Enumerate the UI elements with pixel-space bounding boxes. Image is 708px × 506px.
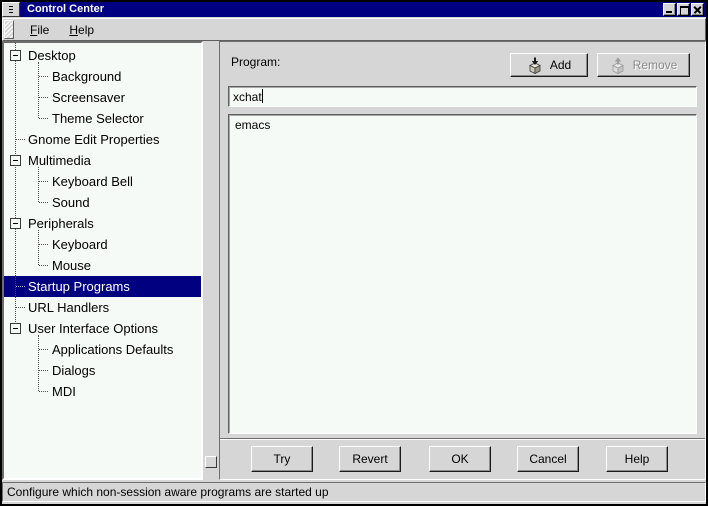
tree-expander-icon[interactable] xyxy=(10,50,21,61)
tree-item-label: User Interface Options xyxy=(4,321,158,336)
tree-expander-icon[interactable] xyxy=(10,155,21,166)
menubar-drag-handle[interactable] xyxy=(4,20,14,39)
tree-branch-line xyxy=(38,230,39,265)
tree-item-label: Keyboard Bell xyxy=(4,174,133,189)
tree-connector xyxy=(39,244,48,245)
tree-item-label: Dialogs xyxy=(4,363,95,378)
window-menu-icon xyxy=(9,6,13,14)
tree-item-label: Applications Defaults xyxy=(4,342,173,357)
menu-item-help[interactable]: Help xyxy=(59,21,104,39)
revert-button[interactable]: Revert xyxy=(339,446,401,472)
tree-item-keyboard[interactable]: Keyboard xyxy=(4,234,201,255)
cancel-button[interactable]: Cancel xyxy=(517,446,579,472)
close-button[interactable] xyxy=(691,3,704,16)
tree-item-label: Gnome Edit Properties xyxy=(4,132,160,147)
try-button[interactable]: Try xyxy=(251,446,313,472)
tree-item-applications-defaults[interactable]: Applications Defaults xyxy=(4,339,201,360)
tree-connector xyxy=(39,370,48,371)
maximize-button[interactable] xyxy=(677,3,690,16)
tree-item-url-handlers[interactable]: URL Handlers xyxy=(4,297,201,318)
action-separator xyxy=(220,438,705,440)
tree-branch-line xyxy=(38,167,39,202)
tree-item-label: Theme Selector xyxy=(4,111,144,126)
expander-minus-glyph xyxy=(13,55,18,56)
tree-branch-line xyxy=(38,62,39,118)
action-buttons: Try Revert OK Cancel Help xyxy=(220,446,705,474)
button-label: Help xyxy=(625,452,650,466)
button-label: Cancel xyxy=(529,452,566,466)
pane-resize-handle[interactable] xyxy=(205,456,217,468)
window-controls xyxy=(663,3,704,16)
program-input[interactable] xyxy=(228,86,697,107)
tree-connector xyxy=(16,307,25,308)
pane-divider[interactable] xyxy=(203,41,219,480)
control-center-window: Control Center FileHelp DesktopBackgroun… xyxy=(0,0,708,506)
tree-item-background[interactable]: Background xyxy=(4,66,201,87)
tree-connector xyxy=(39,265,48,266)
tree-item-mouse[interactable]: Mouse xyxy=(4,255,201,276)
tree-item-peripherals[interactable]: Peripherals xyxy=(4,213,201,234)
button-label: Try xyxy=(274,452,291,466)
tree-item-user-interface-options[interactable]: User Interface Options xyxy=(4,318,201,339)
list-item-emacs[interactable]: emacs xyxy=(229,115,696,133)
expander-minus-glyph xyxy=(13,160,18,161)
tree-branch-line xyxy=(38,335,39,391)
tree-item-multimedia[interactable]: Multimedia xyxy=(4,150,201,171)
tree-expander-icon[interactable] xyxy=(10,323,21,334)
status-text: Configure which non-session aware progra… xyxy=(7,485,329,499)
button-label: OK xyxy=(451,452,468,466)
category-tree[interactable]: Desktop Background Screensaver Theme Select… xyxy=(2,41,203,480)
tree-item-screensaver[interactable]: Screensaver xyxy=(4,87,201,108)
tree-connector xyxy=(39,76,48,77)
add-button-label: Add xyxy=(550,58,571,72)
package-remove-icon xyxy=(610,57,626,74)
tree-item-label: Background xyxy=(4,69,121,84)
settings-panel: Program: Add Re xyxy=(219,41,706,480)
tree-item-dialogs[interactable]: Dialogs xyxy=(4,360,201,381)
package-add-icon xyxy=(527,57,543,74)
text-caret xyxy=(262,89,263,103)
tree-connector xyxy=(16,286,25,287)
window-title: Control Center xyxy=(27,2,104,17)
tree-item-label: Keyboard xyxy=(4,237,108,252)
expander-minus-glyph xyxy=(13,328,18,329)
menubar: FileHelp xyxy=(2,18,706,41)
remove-button-label: Remove xyxy=(633,58,678,72)
add-button[interactable]: Add xyxy=(510,53,588,77)
tree-item-keyboard-bell[interactable]: Keyboard Bell xyxy=(4,171,201,192)
tree-connector xyxy=(16,139,25,140)
tree-item-label: Screensaver xyxy=(4,90,125,105)
tree-connector xyxy=(39,118,48,119)
program-input-wrap xyxy=(228,86,697,107)
tree-connector xyxy=(39,181,48,182)
program-label: Program: xyxy=(231,55,280,69)
tree-item-startup-programs[interactable]: Startup Programs xyxy=(4,276,201,297)
statusbar: Configure which non-session aware progra… xyxy=(2,482,706,502)
ok-button[interactable]: OK xyxy=(429,446,491,472)
menubar-items: FileHelp xyxy=(20,19,104,40)
tree-expander-icon[interactable] xyxy=(10,218,21,229)
expander-minus-glyph xyxy=(13,223,18,224)
tree-connector xyxy=(39,391,48,392)
tree-item-theme-selector[interactable]: Theme Selector xyxy=(4,108,201,129)
category-tree-inner: Desktop Background Screensaver Theme Select… xyxy=(4,43,201,478)
main-area: Desktop Background Screensaver Theme Select… xyxy=(2,41,706,480)
tree-connector xyxy=(39,97,48,98)
programs-list[interactable]: emacs xyxy=(228,114,697,434)
help-button[interactable]: Help xyxy=(606,446,668,472)
titlebar: Control Center xyxy=(2,2,706,17)
tree-item-mdi[interactable]: MDI xyxy=(4,381,201,402)
tree-item-sound[interactable]: Sound xyxy=(4,192,201,213)
tree-connector xyxy=(39,202,48,203)
button-label: Revert xyxy=(352,452,387,466)
remove-button[interactable]: Remove xyxy=(597,53,690,77)
tree-item-desktop[interactable]: Desktop xyxy=(4,45,201,66)
tree-item-gnome-edit-properties[interactable]: Gnome Edit Properties xyxy=(4,129,201,150)
window-menu-button[interactable] xyxy=(2,2,20,17)
minimize-button[interactable] xyxy=(663,3,676,16)
menu-item-file[interactable]: File xyxy=(20,21,59,39)
tree-connector xyxy=(39,349,48,350)
